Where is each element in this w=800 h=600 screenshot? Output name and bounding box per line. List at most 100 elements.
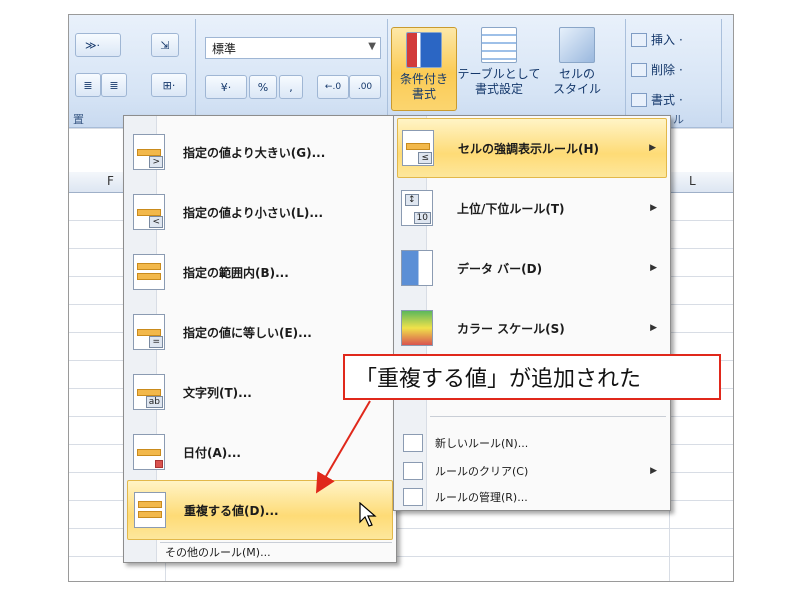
greater-than-item[interactable]: > 指定の値より大きい(G)...: [127, 122, 393, 182]
menu-item-label: 指定の範囲内(B)...: [183, 265, 289, 280]
decrease-indent-button[interactable]: ≣: [75, 73, 101, 97]
less-than-icon: <: [133, 194, 165, 230]
format-as-table-label: テーブルとして 書式設定: [457, 67, 541, 96]
insert-label: 挿入: [651, 33, 676, 47]
conditional-format-icon: [406, 32, 442, 68]
menu-item-label: 指定の値より大きい(G)...: [183, 145, 326, 160]
between-icon: [133, 254, 165, 290]
ribbon-separator: [387, 19, 388, 123]
format-icon: [631, 92, 647, 107]
conditional-format-button[interactable]: 条件付き 書式: [391, 27, 457, 111]
eraser-icon: [403, 462, 423, 480]
ribbon-separator: [195, 19, 196, 123]
table-style-icon: [481, 27, 517, 63]
manage-rules-icon: [403, 488, 423, 506]
chevron-down-icon: ·: [679, 62, 683, 77]
top-bottom-icon: ↕ 10: [401, 190, 433, 226]
data-bars-item[interactable]: データ バー(D) ▶: [397, 238, 667, 298]
new-rule-icon: [403, 434, 423, 452]
increase-decimal-button[interactable]: ←.0: [317, 75, 349, 99]
color-scales-item[interactable]: カラー スケール(S) ▶: [397, 298, 667, 358]
data-bars-icon: [401, 250, 433, 286]
decrease-indent-icon: ≣: [83, 78, 93, 92]
menu-item-label: カラー スケール(S): [457, 321, 565, 336]
conditional-format-menu: ≤ セルの強調表示ルール(H) ▶ ↕ 10 上位/下位ルール(T) ▶ データ …: [393, 115, 671, 511]
merge-center-button[interactable]: ⊞·: [151, 73, 187, 97]
menu-item-label: データ バー(D): [457, 261, 543, 276]
color-scales-icon: [401, 310, 433, 346]
text-contains-icon: ab: [133, 374, 165, 410]
duplicate-values-icon: [134, 492, 166, 528]
wrap-text-button[interactable]: ⇲: [151, 33, 179, 57]
calendar-icon: [133, 434, 165, 470]
date-occurring-item[interactable]: 日付(A)...: [127, 422, 393, 482]
column-header-l[interactable]: L: [689, 174, 696, 188]
increase-indent-button[interactable]: ≣: [101, 73, 127, 97]
menu-item-label: 新しいルール(N)...: [435, 437, 529, 450]
annotation-callout: 「重複する値」が追加された: [343, 354, 721, 400]
highlight-cells-rules-item[interactable]: ≤ セルの強調表示ルール(H) ▶: [397, 118, 667, 178]
ribbon: ≫· ≣ ≣ ⇲ ⊞· 置 標準 ▼ ¥· % , ←.0 .00 条件付き 書…: [69, 15, 733, 128]
menu-item-label: 上位/下位ルール(T): [457, 201, 565, 216]
more-rules-item[interactable]: その他のルール(M)...: [127, 542, 393, 562]
submenu-arrow-icon: ▶: [649, 143, 656, 153]
format-as-table-button[interactable]: テーブルとして 書式設定: [457, 27, 541, 109]
ribbon-separator: [721, 19, 722, 123]
column-header-f[interactable]: F: [107, 174, 114, 188]
chevron-down-icon: ·: [679, 32, 683, 47]
menu-item-label: セルの強調表示ルール(H): [458, 141, 600, 156]
decrease-decimal-button[interactable]: .00: [349, 75, 381, 99]
submenu-arrow-icon: ▶: [650, 263, 657, 273]
menu-item-label: 指定の値より小さい(L)...: [183, 205, 324, 220]
merge-center-icon: ⊞·: [162, 78, 176, 92]
menu-item-label: 日付(A)...: [183, 445, 241, 460]
increase-decimal-icon: ←.0: [324, 82, 342, 92]
menu-item-label: 文字列(T)...: [183, 385, 252, 400]
decrease-decimal-icon: .00: [357, 82, 373, 92]
equal-to-item[interactable]: = 指定の値に等しい(E)...: [127, 302, 393, 362]
currency-icon: ¥·: [220, 80, 232, 94]
comma-button[interactable]: ,: [279, 75, 303, 99]
insert-button[interactable]: 挿入 ·: [631, 31, 683, 48]
submenu-arrow-icon: ▶: [650, 323, 657, 333]
equal-to-icon: =: [133, 314, 165, 350]
submenu-arrow-icon: ▶: [650, 466, 657, 476]
delete-label: 削除: [651, 63, 676, 77]
cell-styles-button[interactable]: セルの スタイル: [545, 27, 609, 109]
format-label: 書式: [651, 93, 676, 107]
format-button[interactable]: 書式 ·: [631, 91, 683, 108]
duplicate-values-item[interactable]: 重複する値(D)...: [127, 480, 393, 540]
delete-icon: [631, 62, 647, 77]
number-format-value: 標準: [212, 41, 237, 56]
number-format-combo[interactable]: 標準 ▼: [205, 37, 381, 59]
greater-than-icon: >: [133, 134, 165, 170]
alignment-group-label: 置: [73, 113, 84, 126]
orientation-icon: ≫·: [85, 39, 100, 51]
chevron-down-icon: ·: [679, 92, 683, 107]
highlight-rules-submenu: > 指定の値より大きい(G)... < 指定の値より小さい(L)... 指定の範…: [123, 115, 397, 563]
top-bottom-rules-item[interactable]: ↕ 10 上位/下位ルール(T) ▶: [397, 178, 667, 238]
comma-label: ,: [289, 80, 293, 94]
svg-text:≫·: ≫·: [85, 39, 100, 51]
clear-rules-item[interactable]: ルールのクリア(C) ▶: [397, 458, 667, 484]
menu-item-label: ルールの管理(R)...: [435, 491, 528, 504]
percent-label: %: [257, 80, 269, 94]
percent-button[interactable]: %: [249, 75, 277, 99]
menu-item-label: その他のルール(M)...: [165, 546, 271, 559]
new-rule-item[interactable]: 新しいルール(N)...: [397, 430, 667, 456]
orientation-button[interactable]: ≫·: [75, 33, 121, 57]
styles-group-label: ル: [673, 113, 684, 126]
less-than-item[interactable]: < 指定の値より小さい(L)...: [127, 182, 393, 242]
delete-button[interactable]: 削除 ·: [631, 61, 683, 78]
insert-icon: [631, 32, 647, 47]
between-item[interactable]: 指定の範囲内(B)...: [127, 242, 393, 302]
cell-styles-icon: [559, 27, 595, 63]
manage-rules-item[interactable]: ルールの管理(R)...: [397, 484, 667, 510]
currency-button[interactable]: ¥·: [205, 75, 247, 99]
mouse-cursor-icon: [359, 502, 377, 527]
screenshot-frame: ≫· ≣ ≣ ⇲ ⊞· 置 標準 ▼ ¥· % , ←.0 .00 条件付き 書…: [68, 14, 734, 582]
wrap-text-icon: ⇲: [160, 38, 170, 52]
menu-item-label: ルールのクリア(C): [435, 465, 529, 478]
chevron-down-icon: ▼: [368, 41, 376, 52]
conditional-format-label: 条件付き 書式: [399, 72, 448, 101]
